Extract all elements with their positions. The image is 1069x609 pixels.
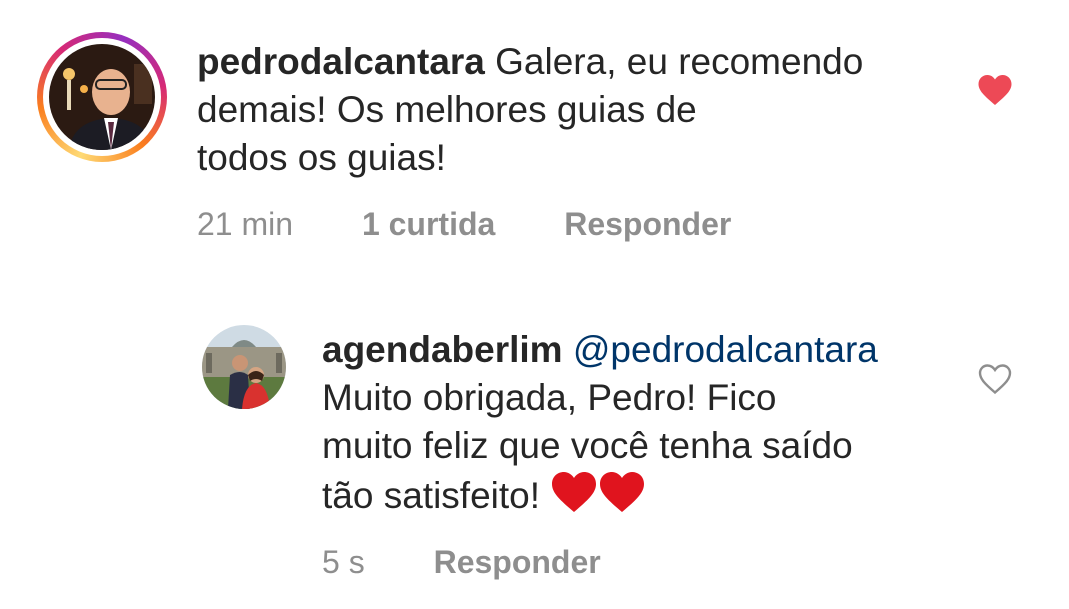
comment-pedrodalcantara: pedrodalcantara Galera, eu recomendo dem…	[0, 0, 1069, 270]
comment-agendaberlim: agendaberlim @pedrodalcantara Muito obri…	[0, 300, 1069, 600]
likes-count[interactable]: 1 curtida	[362, 206, 495, 242]
like-button[interactable]	[977, 362, 1013, 396]
avatar[interactable]	[202, 325, 286, 409]
comment-text: muito feliz que você tenha saído	[322, 425, 853, 466]
avatar	[49, 44, 155, 150]
comment-text-block: agendaberlim @pedrodalcantara Muito obri…	[322, 326, 982, 526]
comment-text: demais! Os melhores guias de	[197, 89, 697, 130]
reply-button[interactable]: Responder	[564, 206, 731, 242]
comment-text: Muito obrigada, Pedro! Fico	[322, 377, 777, 418]
mention-link[interactable]: @pedrodalcantara	[573, 329, 878, 370]
comment-meta: 5 s Responder	[322, 544, 661, 581]
username-link[interactable]: pedrodalcantara	[197, 41, 485, 82]
like-button[interactable]	[977, 73, 1013, 107]
heart-emoji	[550, 470, 646, 526]
username-link[interactable]: agendaberlim	[322, 329, 563, 370]
heart-filled-icon	[978, 75, 1012, 105]
heart-outline-icon	[978, 364, 1012, 395]
comment-time: 5 s	[322, 544, 365, 580]
comment-time: 21 min	[197, 206, 294, 242]
comment-meta: 21 min 1 curtida Responder	[197, 206, 791, 243]
comment-text: Galera, eu recomendo	[495, 41, 864, 82]
reply-button[interactable]: Responder	[434, 544, 601, 580]
avatar-story-ring[interactable]	[37, 32, 167, 162]
comment-text: todos os guias!	[197, 137, 446, 178]
comment-text: tão satisfeito!	[322, 475, 541, 516]
comment-text-block: pedrodalcantara Galera, eu recomendo dem…	[197, 38, 957, 182]
